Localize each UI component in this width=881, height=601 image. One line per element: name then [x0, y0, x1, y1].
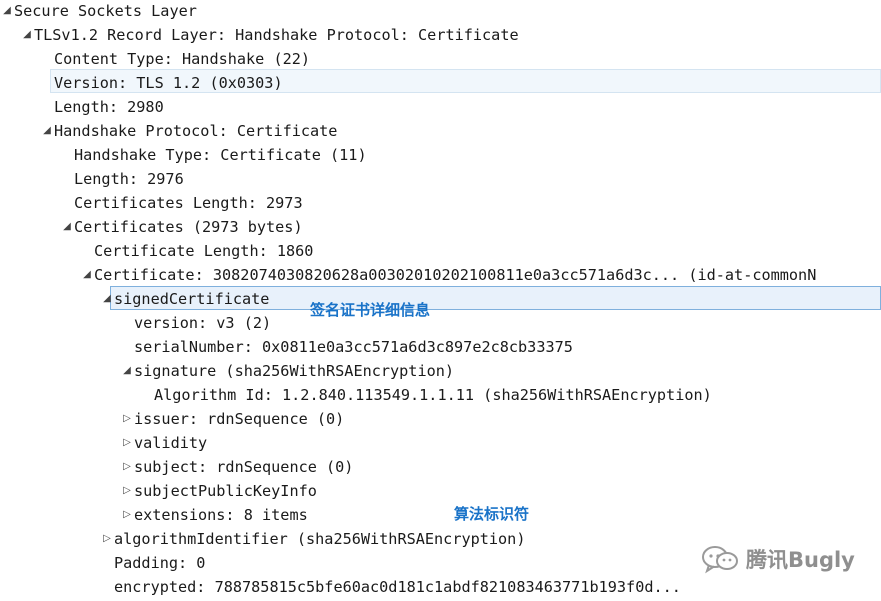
node-label: signedCertificate — [114, 290, 270, 308]
expanded-toggle-icon[interactable]: ◢ — [120, 359, 134, 383]
tree-leaf-serial-number[interactable]: serialNumber: 0x0811e0a3cc571a6d3c897e2c… — [134, 335, 573, 359]
node-label: version: v3 (2) — [134, 314, 272, 332]
node-label: Padding: 0 — [114, 554, 206, 572]
packet-details-tree: ◢ Secure Sockets Layer ◢ TLSv1.2 Record La… — [0, 0, 881, 601]
node-label: Handshake Type: Certificate (11) — [74, 146, 367, 164]
node-label: issuer: rdnSequence (0) — [134, 410, 345, 428]
collapsed-toggle-icon[interactable]: ▷ — [120, 479, 134, 503]
annotation-signed-cert-detail: 签名证书详细信息 — [310, 301, 431, 319]
tree-leaf-algorithm-id[interactable]: Algorithm Id: 1.2.840.113549.1.1.11 (sha… — [154, 383, 712, 407]
tree-node-certificates[interactable]: ◢ Certificates (2973 bytes) — [60, 215, 303, 239]
node-label: encrypted: 788785815c5bfe60ac0d181c1abdf… — [114, 578, 681, 596]
collapsed-toggle-icon[interactable]: ▷ — [120, 431, 134, 455]
annotation-algorithm-identifier: 算法标识符 — [454, 505, 530, 523]
node-label: Version: TLS 1.2 (0x0303) — [54, 74, 283, 92]
node-label: Length: 2976 — [74, 170, 184, 188]
tree-node-extensions[interactable]: ▷ extensions: 8 items — [120, 503, 308, 527]
node-label: Certificate Length: 1860 — [94, 242, 314, 260]
tree-leaf-version-v3[interactable]: version: v3 (2) — [134, 311, 271, 335]
tree-node-handshake-protocol[interactable]: ◢ Handshake Protocol: Certificate — [40, 119, 337, 143]
tree-node-issuer[interactable]: ▷ issuer: rdnSequence (0) — [120, 407, 344, 431]
tree-node-signed-certificate[interactable]: ◢ signedCertificate — [100, 287, 269, 311]
node-label: Length: 2980 — [54, 98, 164, 116]
node-label: subject: rdnSequence (0) — [134, 458, 354, 476]
tree-node-signature[interactable]: ◢ signature (sha256WithRSAEncryption) — [120, 359, 454, 383]
expanded-toggle-icon[interactable]: ◢ — [100, 287, 114, 311]
node-label: signature (sha256WithRSAEncryption) — [134, 362, 455, 380]
tree-leaf-content-type[interactable]: Content Type: Handshake (22) — [54, 47, 310, 71]
tree-leaf-certificates-length[interactable]: Certificates Length: 2973 — [74, 191, 303, 215]
tree-leaf-handshake-length[interactable]: Length: 2976 — [74, 167, 184, 191]
tree-leaf-version[interactable]: Version: TLS 1.2 (0x0303) — [54, 71, 283, 95]
expanded-toggle-icon[interactable]: ◢ — [40, 119, 54, 143]
node-label: extensions: 8 items — [134, 506, 308, 524]
tree-leaf-handshake-type[interactable]: Handshake Type: Certificate (11) — [74, 143, 367, 167]
node-label: Certificates (2973 bytes) — [74, 218, 303, 236]
node-label: Handshake Protocol: Certificate — [54, 122, 338, 140]
collapsed-toggle-icon[interactable]: ▷ — [100, 527, 114, 551]
watermark: 腾讯Bugly — [700, 542, 855, 576]
tree-node-ssl[interactable]: ◢ Secure Sockets Layer — [0, 0, 197, 23]
collapsed-toggle-icon[interactable]: ▷ — [120, 407, 134, 431]
node-label: Certificate: 3082074030820628a0030201020… — [94, 266, 817, 284]
expanded-toggle-icon[interactable]: ◢ — [20, 23, 34, 47]
tree-leaf-padding[interactable]: Padding: 0 — [114, 551, 205, 575]
node-label: subjectPublicKeyInfo — [134, 482, 317, 500]
expanded-toggle-icon[interactable]: ◢ — [80, 263, 94, 287]
watermark-text: 腾讯Bugly — [746, 548, 855, 572]
tree-leaf-encrypted[interactable]: encrypted: 788785815c5bfe60ac0d181c1abdf… — [114, 575, 681, 599]
tree-node-subject[interactable]: ▷ subject: rdnSequence (0) — [120, 455, 353, 479]
tree-node-validity[interactable]: ▷ validity — [120, 431, 207, 455]
tree-node-algorithm-identifier[interactable]: ▷ algorithmIdentifier (sha256WithRSAEncry… — [100, 527, 525, 551]
expanded-toggle-icon[interactable]: ◢ — [0, 0, 14, 23]
tree-leaf-length[interactable]: Length: 2980 — [54, 95, 164, 119]
tree-node-certificate[interactable]: ◢ Certificate: 3082074030820628a003020102… — [80, 263, 816, 287]
node-label: validity — [134, 434, 208, 452]
tree-node-record-layer[interactable]: ◢ TLSv1.2 Record Layer: Handshake Protoco… — [20, 23, 519, 47]
expanded-toggle-icon[interactable]: ◢ — [60, 215, 74, 239]
node-label: TLSv1.2 Record Layer: Handshake Protocol… — [34, 26, 519, 44]
wechat-logo-icon — [702, 546, 738, 574]
node-label: serialNumber: 0x0811e0a3cc571a6d3c897e2c… — [134, 338, 573, 356]
tree-node-subject-public-key-info[interactable]: ▷ subjectPublicKeyInfo — [120, 479, 317, 503]
node-label: Secure Sockets Layer — [14, 2, 197, 20]
collapsed-toggle-icon[interactable]: ▷ — [120, 455, 134, 479]
node-label: Certificates Length: 2973 — [74, 194, 303, 212]
tree-leaf-certificate-length[interactable]: Certificate Length: 1860 — [94, 239, 313, 263]
node-label: Algorithm Id: 1.2.840.113549.1.1.11 (sha… — [154, 386, 712, 404]
collapsed-toggle-icon[interactable]: ▷ — [120, 503, 134, 527]
node-label: Content Type: Handshake (22) — [54, 50, 311, 68]
node-label: algorithmIdentifier (sha256WithRSAEncryp… — [114, 530, 526, 548]
